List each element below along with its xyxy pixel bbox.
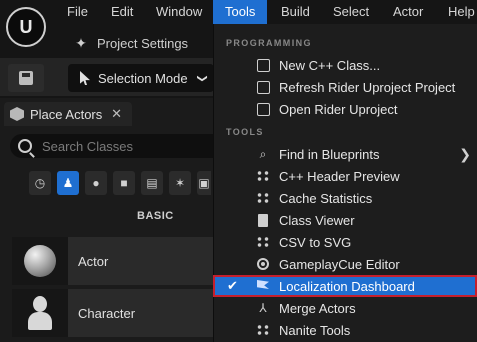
recent-icon[interactable]: ◷ <box>29 171 51 195</box>
character-label: Character <box>78 305 136 321</box>
section-tools: TOOLS <box>226 127 264 137</box>
nanite-icon <box>255 322 271 338</box>
tab-label: Place Actors <box>30 106 103 122</box>
menu-item-cache-statistics[interactable]: Cache Statistics <box>213 187 477 209</box>
search-icon: ⌕ <box>259 146 267 161</box>
menu-item-label: Merge Actors <box>279 300 356 316</box>
lights-icon[interactable]: ● <box>85 171 107 195</box>
menu-item-refresh-rider[interactable]: Refresh Rider Uproject Project <box>213 76 477 98</box>
basic-category-icon[interactable]: ♟ <box>57 171 79 195</box>
cinematic-icon[interactable]: ▤ <box>141 171 163 195</box>
unreal-logo-icon[interactable]: U <box>6 7 46 47</box>
selection-mode-dropdown[interactable]: Selection Mode ❯ <box>68 64 214 92</box>
volumes-icon[interactable]: ▣ <box>197 171 211 195</box>
gameplaycue-icon <box>255 256 271 272</box>
chevron-right-icon: ❯ <box>459 145 471 162</box>
menu-item-label: Find in Blueprints <box>279 146 380 162</box>
menu-item-label: Open Rider Uproject <box>279 101 398 117</box>
selection-mode-label: Selection Mode <box>98 70 188 86</box>
menu-item-open-rider[interactable]: Open Rider Uproject <box>213 98 477 120</box>
menu-select[interactable]: Select <box>333 4 369 19</box>
menu-item-label: Refresh Rider Uproject Project <box>279 79 456 95</box>
flag-icon <box>255 278 271 294</box>
actor-label: Actor <box>78 253 109 269</box>
cube-icon <box>10 107 24 121</box>
search-icon <box>18 139 32 153</box>
menu-item-label: GameplayCue Editor <box>279 256 400 272</box>
close-icon[interactable]: ✕ <box>111 106 122 122</box>
actor-thumbnail <box>12 237 68 285</box>
gear-icon: ✦ <box>75 34 87 51</box>
project-settings-button[interactable]: ✦ Project Settings <box>73 35 188 51</box>
character-thumbnail <box>12 289 68 337</box>
list-item-actor[interactable]: Actor <box>12 237 213 285</box>
checkmark-icon: ✔ <box>227 278 238 293</box>
chevron-down-icon: ❯ <box>196 73 208 83</box>
menu-help[interactable]: Help <box>448 4 475 19</box>
menu-item-merge-actors[interactable]: ⅄ Merge Actors <box>213 297 477 319</box>
sphere-icon <box>24 245 56 277</box>
document-icon <box>255 212 271 228</box>
character-icon <box>28 296 52 330</box>
csv-icon <box>255 234 271 250</box>
open-project-icon <box>255 101 271 117</box>
menu-file[interactable]: File <box>67 4 88 19</box>
search-input[interactable] <box>40 137 204 155</box>
menu-window[interactable]: Window <box>156 4 202 19</box>
cursor-icon <box>80 71 90 85</box>
basic-section-title: BASIC <box>137 210 174 222</box>
save-button[interactable] <box>8 64 44 92</box>
statistics-icon <box>255 190 271 206</box>
menu-item-find-in-blueprints[interactable]: ⌕ Find in Blueprints ❯ <box>213 143 477 165</box>
menu-item-new-cpp-class[interactable]: New C++ Class... <box>213 54 477 76</box>
menu-item-label: Class Viewer <box>279 212 355 228</box>
menu-build[interactable]: Build <box>281 4 310 19</box>
shapes-icon[interactable]: ■ <box>113 171 135 195</box>
menu-item-gameplaycue-editor[interactable]: GameplayCue Editor <box>213 253 477 275</box>
section-programming: PROGRAMMING <box>226 38 312 48</box>
menu-item-csv-to-svg[interactable]: CSV to SVG <box>213 231 477 253</box>
menu-item-label: New C++ Class... <box>279 57 381 73</box>
header-preview-icon <box>255 168 271 184</box>
refresh-icon <box>255 79 271 95</box>
list-item-character[interactable]: Character <box>12 289 213 337</box>
merge-icon: ⅄ <box>259 301 267 315</box>
search-classes-field[interactable] <box>10 134 213 158</box>
menu-item-nanite-tools[interactable]: Nanite Tools <box>213 319 477 341</box>
new-class-icon <box>255 57 271 73</box>
category-bar: ◷ ♟ ● ■ ▤ ✶ ▣ <box>29 171 211 195</box>
menu-item-localization-dashboard[interactable]: ✔ Localization Dashboard <box>213 275 477 297</box>
menu-edit[interactable]: Edit <box>111 4 133 19</box>
project-settings-label: Project Settings <box>97 35 189 51</box>
menu-item-label: Nanite Tools <box>279 322 351 338</box>
menu-item-label: C++ Header Preview <box>279 168 400 184</box>
menu-item-class-viewer[interactable]: Class Viewer <box>213 209 477 231</box>
menu-item-label: Localization Dashboard <box>279 278 415 294</box>
save-icon <box>19 71 33 85</box>
menu-tools[interactable]: Tools <box>213 0 268 24</box>
menu-item-cpp-header-preview[interactable]: C++ Header Preview <box>213 165 477 187</box>
menu-item-label: Cache Statistics <box>279 190 373 206</box>
menu-item-label: CSV to SVG <box>279 234 352 250</box>
visual-effects-icon[interactable]: ✶ <box>169 171 191 195</box>
tab-place-actors[interactable]: Place Actors ✕ <box>4 102 132 126</box>
menu-actor[interactable]: Actor <box>393 4 423 19</box>
